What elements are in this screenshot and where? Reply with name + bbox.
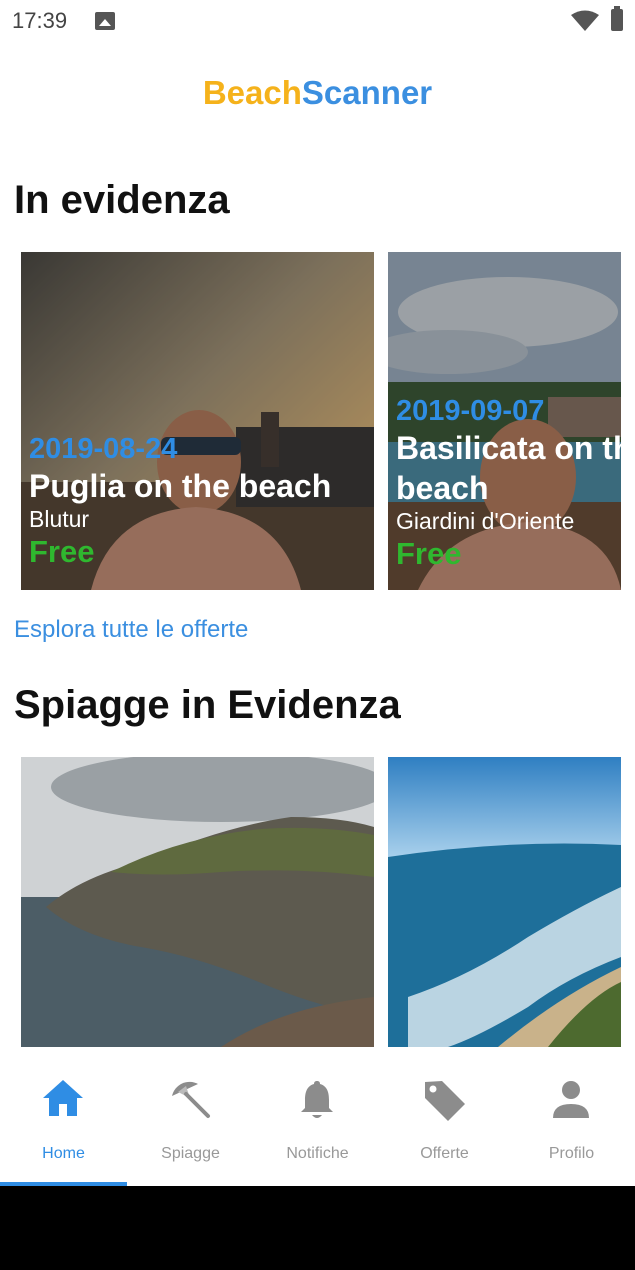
- person-icon: [553, 1081, 589, 1118]
- status-time: 17:39: [12, 8, 68, 33]
- offer-organizer: Giardini d'Oriente: [396, 507, 575, 534]
- offer-organizer: Blutur: [29, 505, 90, 532]
- offer-details: 2019-08-24 Puglia on the beach Blutur Fr…: [29, 433, 332, 571]
- nav-offers-label: Offerte: [420, 1145, 469, 1162]
- nav-notifications[interactable]: Notifiche: [254, 1048, 381, 1186]
- home-icon: [43, 1080, 83, 1116]
- explore-all-offers-link[interactable]: Esplora tutte le offerte: [14, 616, 248, 644]
- offer-price: Free: [396, 536, 462, 572]
- nav-beaches-label: Spiagge: [161, 1145, 220, 1162]
- nav-home[interactable]: Home: [0, 1048, 127, 1186]
- beach-photo: [21, 757, 374, 1047]
- beach-card[interactable]: [388, 757, 621, 1047]
- featured-section-title: In evidenza: [14, 178, 230, 222]
- tag-icon: [425, 1081, 465, 1121]
- beach-photo: [388, 757, 621, 1047]
- offer-title: Basilicata on the beach: [396, 429, 621, 506]
- offer-date: 2019-09-07: [396, 395, 545, 427]
- offer-date: 2019-08-24: [29, 433, 178, 465]
- status-bar: 17:39: [0, 0, 635, 44]
- system-navigation-bar: [0, 1186, 635, 1270]
- nav-profile[interactable]: Profilo: [508, 1048, 635, 1186]
- nav-profile-label: Profilo: [548, 1145, 595, 1162]
- offer-details: 2019-09-07 Basilicata on the beach Giard…: [396, 395, 621, 573]
- bottom-navigation: Home Spiagge Notifiche Offerte Profilo: [0, 1048, 635, 1186]
- featured-beaches-title: Spiagge in Evidenza: [14, 683, 401, 727]
- nav-home-label: Home: [42, 1145, 85, 1162]
- nav-offers[interactable]: Offerte: [381, 1048, 508, 1186]
- app-title-beach: Beach: [202, 74, 302, 111]
- offer-title: Puglia on the beach: [29, 467, 332, 504]
- beach-card[interactable]: [21, 757, 374, 1047]
- offer-price: Free: [29, 534, 95, 570]
- app-title: BeachScanner: [0, 74, 635, 112]
- app-title-scanner: Scanner: [301, 74, 433, 111]
- battery-icon: [611, 6, 623, 31]
- image-notification-icon: [95, 12, 115, 30]
- offer-card[interactable]: 2019-09-07 Basilicata on the beach Giard…: [388, 252, 621, 590]
- nav-beaches[interactable]: Spiagge: [127, 1048, 254, 1186]
- beach-umbrella-icon: [172, 1081, 210, 1118]
- offer-card[interactable]: 2019-08-24 Puglia on the beach Blutur Fr…: [21, 252, 374, 590]
- wifi-icon: [571, 10, 599, 31]
- bell-icon: [301, 1081, 333, 1118]
- nav-notifications-label: Notifiche: [286, 1145, 349, 1162]
